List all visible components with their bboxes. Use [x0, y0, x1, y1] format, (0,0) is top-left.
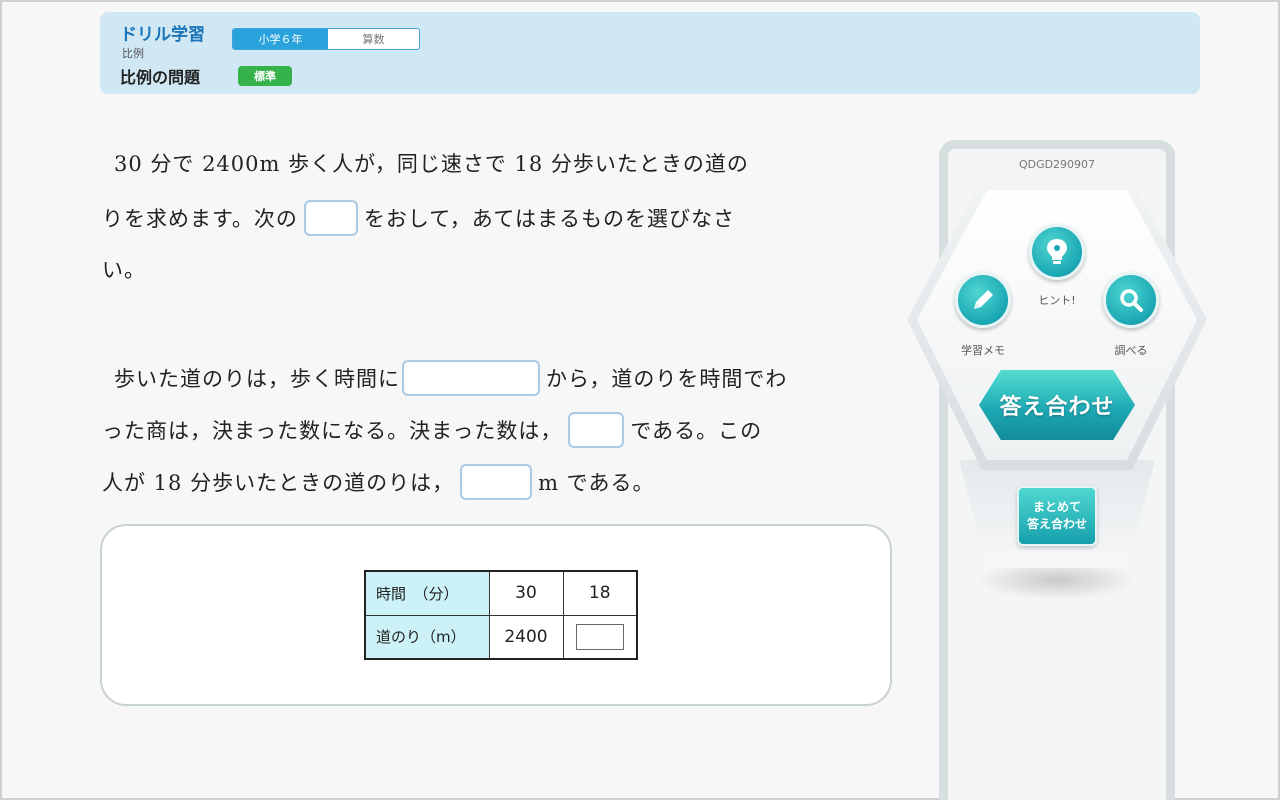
question-text: い。: [102, 258, 146, 282]
problem-title: 比例の問題: [120, 68, 201, 87]
batch-check-line-2: 答え合わせ: [1026, 517, 1087, 531]
lightbulb-icon: [1047, 239, 1067, 264]
grade-label: 小学６年: [233, 29, 328, 49]
answer-box-relation[interactable]: [402, 360, 540, 396]
table-row: 道のり（m） 2400: [364, 614, 638, 660]
hint-label: ヒント!: [1038, 294, 1076, 307]
question-text: 30 分で 2400m 歩く人が，同じ速さで 18 分歩いたときの道の: [114, 152, 749, 176]
action-hub: ヒント! 学習メモ 調べる 答え合わせ まとめて 答え合わせ: [907, 180, 1207, 600]
unit-label: 比例: [122, 47, 144, 60]
question-text: をおして，あてはまるものを選びなさ: [363, 207, 735, 231]
ratio-table-card: 時間 （分） 30 18 道のり（m） 2400: [100, 524, 892, 706]
statement-line-2: った商は，決まった数になる。決まった数は， である。この: [102, 412, 762, 448]
cell-time-1: 30: [488, 570, 564, 616]
hint-button[interactable]: [1029, 224, 1085, 280]
ratio-table: 時間 （分） 30 18 道のり（m） 2400: [364, 570, 638, 660]
question-line-1: 30 分で 2400m 歩く人が，同じ速さで 18 分歩いたときの道の: [114, 148, 749, 178]
header-bar: ドリル学習 小学６年 算数 比例 比例の問題 標準: [100, 12, 1200, 94]
question-line-2: りを求めます。次の をおして，あてはまるものを選びなさ: [102, 200, 735, 236]
level-badge: 標準: [238, 66, 292, 86]
batch-check-button[interactable]: まとめて 答え合わせ: [1017, 486, 1097, 546]
magnifier-icon: [1120, 289, 1143, 312]
statement-text: である。この: [630, 419, 763, 443]
memo-button[interactable]: [955, 272, 1011, 328]
cell-distance-1: 2400: [488, 614, 564, 660]
table-row: 時間 （分） 30 18: [364, 570, 638, 616]
batch-check-line-1: まとめて: [1032, 500, 1081, 515]
statement-line-1: 歩いた道のりは，歩く時間に から，道のりを時間でわ: [114, 360, 787, 396]
question-line-3: い。: [102, 254, 146, 284]
app-title: ドリル学習: [120, 25, 205, 45]
row-header-distance: 道のり（m）: [364, 614, 490, 660]
statement-text: 人が 18 分歩いたときの道のりは，: [102, 471, 455, 495]
search-button[interactable]: [1103, 272, 1159, 328]
answer-box-distance[interactable]: [460, 464, 533, 500]
grade-subject-pill: 小学６年 算数: [232, 28, 420, 50]
example-answer-box: [303, 200, 358, 236]
question-text: りを求めます。次の: [102, 207, 298, 231]
subject-label: 算数: [362, 33, 385, 46]
statement-line-3: 人が 18 分歩いたときの道のりは， m である。: [102, 464, 654, 500]
pencil-icon: [974, 290, 993, 309]
cell-time-2: 18: [562, 570, 638, 616]
distance-input-box[interactable]: [575, 623, 624, 650]
check-answer-button[interactable]: 答え合わせ: [979, 370, 1135, 440]
statement-text: から，道のりを時間でわ: [546, 367, 788, 391]
statement-text: 歩いた道のりは，歩く時間に: [114, 367, 400, 391]
memo-label: 学習メモ: [961, 344, 1005, 357]
search-label: 調べる: [1114, 344, 1148, 357]
row-header-time: 時間 （分）: [364, 570, 490, 616]
cell-distance-2: [562, 614, 638, 660]
statement-text: m である。: [538, 471, 655, 495]
answer-box-constant[interactable]: [568, 412, 625, 448]
statement-text: った商は，決まった数になる。決まった数は，: [102, 419, 563, 443]
question-code: QDGD290907: [1018, 158, 1096, 171]
